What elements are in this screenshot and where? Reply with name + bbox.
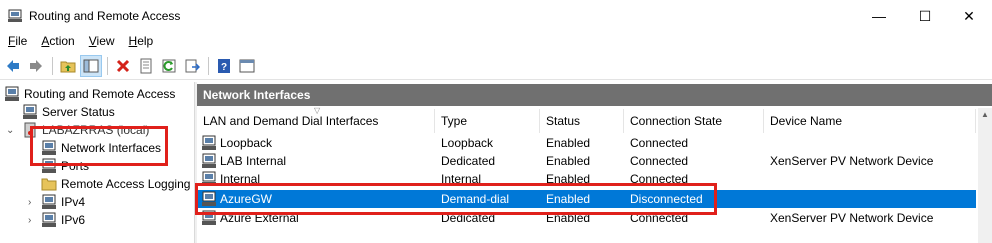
table-row[interactable]: LAB Internal Dedicated Enabled Connected… xyxy=(197,152,976,170)
menu-file[interactable]: File xyxy=(0,32,33,52)
maximize-button[interactable]: ☐ xyxy=(902,0,948,32)
minimize-button[interactable]: — xyxy=(856,0,902,32)
network-interface-icon xyxy=(202,135,216,150)
properties-button[interactable] xyxy=(135,55,157,77)
properties-icon xyxy=(140,58,152,74)
console-icon xyxy=(239,59,255,73)
sort-arrow-icon: ▽ xyxy=(314,106,321,115)
minimize-icon: — xyxy=(872,8,886,24)
cell-device: XenServer PV Network Device xyxy=(770,211,934,225)
title-bar: Routing and Remote Access — ☐ ✕ xyxy=(0,0,992,32)
pane-title: Network Interfaces xyxy=(197,84,992,106)
window-title: Routing and Remote Access xyxy=(29,9,181,23)
chevron-right-icon[interactable]: › xyxy=(28,215,38,226)
cell-name: Loopback xyxy=(220,136,273,150)
tree-label: Routing and Remote Access xyxy=(24,87,176,101)
column-header-status[interactable]: Status xyxy=(540,109,624,133)
folder-icon xyxy=(41,178,57,191)
vertical-scrollbar[interactable]: ▲ xyxy=(978,108,992,243)
back-button[interactable] xyxy=(2,55,24,77)
tree-label: IPv6 xyxy=(61,213,86,227)
tree-label: Server Status xyxy=(42,105,115,119)
column-headers: ▽ LAN and Demand Dial Interfaces Type St… xyxy=(197,106,976,133)
up-folder-icon xyxy=(60,61,76,73)
scroll-up-icon[interactable]: ▲ xyxy=(981,110,989,119)
close-button[interactable]: ✕ xyxy=(946,0,992,32)
menu-view[interactable]: View xyxy=(81,32,121,52)
menu-bar: File Action View Help xyxy=(0,32,992,52)
svg-text:?: ? xyxy=(221,62,227,73)
routing-app-icon xyxy=(8,9,22,22)
delete-icon xyxy=(116,59,130,73)
maximize-icon: ☐ xyxy=(918,7,932,24)
toolbar-separator xyxy=(52,57,53,75)
refresh-icon xyxy=(162,59,176,73)
forward-icon xyxy=(30,60,42,72)
tree-item-server-status[interactable]: Server Status xyxy=(22,103,115,121)
highlight-box-network-interfaces xyxy=(30,126,168,166)
menu-action[interactable]: Action xyxy=(33,32,80,52)
tree-item-ipv4[interactable]: › IPv4 xyxy=(24,193,85,211)
column-header-connection-state[interactable]: Connection State xyxy=(624,109,764,133)
chevron-right-icon[interactable]: › xyxy=(28,197,38,208)
up-one-level-button[interactable] xyxy=(57,55,79,77)
menu-help[interactable]: Help xyxy=(121,32,160,52)
cell-state: Connected xyxy=(630,136,689,150)
cell-name: LAB Internal xyxy=(220,154,287,168)
cell-status: Enabled xyxy=(546,136,591,150)
column-header-interfaces[interactable]: ▽ LAN and Demand Dial Interfaces xyxy=(197,106,435,133)
routing-server-icon xyxy=(5,86,19,101)
tree-label: IPv4 xyxy=(61,195,86,209)
console-button[interactable] xyxy=(236,55,258,77)
tree-item-ipv6[interactable]: › IPv6 xyxy=(24,211,85,229)
export-list-button[interactable] xyxy=(181,55,203,77)
refresh-button[interactable] xyxy=(158,55,180,77)
ipv4-icon xyxy=(42,194,56,209)
cell-status: Enabled xyxy=(546,154,591,168)
help-button[interactable]: ? xyxy=(213,55,235,77)
cell-type: Loopback xyxy=(441,136,494,150)
column-header-device-name[interactable]: Device Name xyxy=(764,109,976,133)
column-header-type[interactable]: Type xyxy=(435,109,540,133)
cell-device: XenServer PV Network Device xyxy=(770,154,934,168)
chevron-down-icon[interactable]: ⌄ xyxy=(6,125,16,136)
toolbar-separator xyxy=(208,57,209,75)
toolbar: ? xyxy=(0,53,992,80)
tree-item-root[interactable]: Routing and Remote Access xyxy=(4,85,175,103)
toolbar-separator xyxy=(107,57,108,75)
export-list-icon xyxy=(185,59,200,73)
cell-state: Connected xyxy=(630,154,689,168)
tree-item-remote-access-logging[interactable]: Remote Access Logging xyxy=(41,175,190,193)
details-pane: Network Interfaces ▽ LAN and Demand Dial… xyxy=(197,82,992,243)
help-icon: ? xyxy=(218,59,230,73)
forward-button[interactable] xyxy=(25,55,47,77)
tree-label: Remote Access Logging xyxy=(61,177,191,191)
server-status-icon xyxy=(23,104,37,119)
close-icon: ✕ xyxy=(963,7,975,24)
show-hide-tree-button[interactable] xyxy=(80,55,102,77)
network-interface-icon xyxy=(202,153,216,168)
delete-button[interactable] xyxy=(112,55,134,77)
ipv6-icon xyxy=(42,212,56,227)
table-row[interactable]: Loopback Loopback Enabled Connected xyxy=(197,134,976,152)
highlight-box-azuregw-row xyxy=(195,183,717,215)
back-icon xyxy=(7,60,19,72)
show-hide-tree-icon xyxy=(83,59,99,73)
cell-type: Dedicated xyxy=(441,154,496,168)
